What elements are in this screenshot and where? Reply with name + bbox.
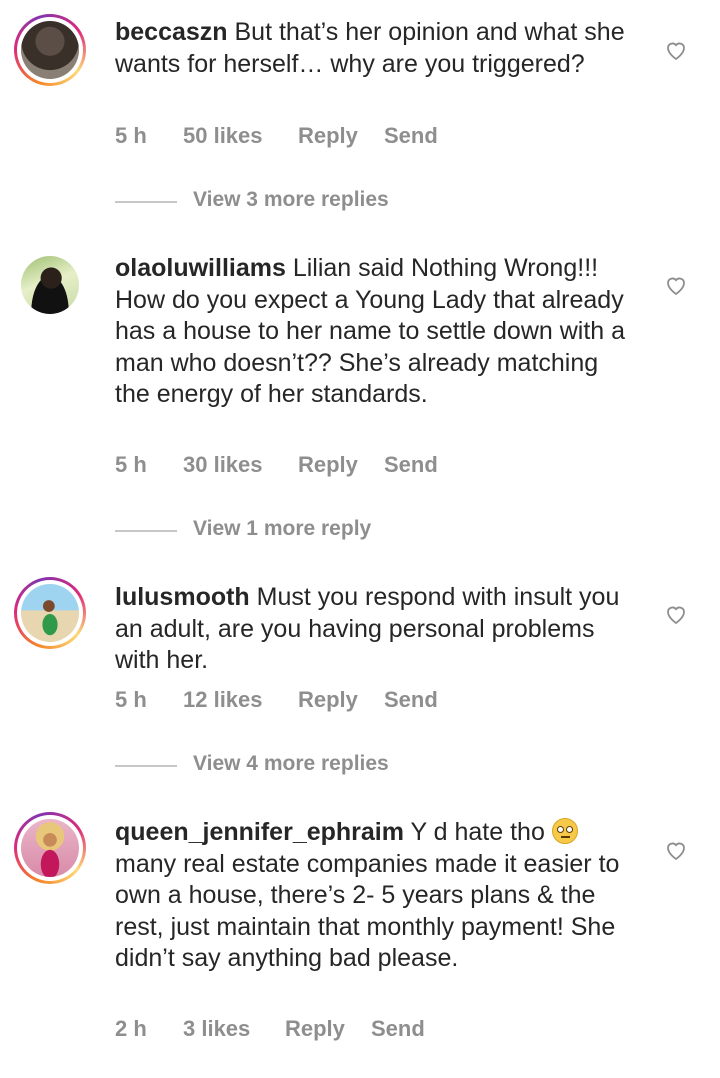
- reply-button[interactable]: Reply: [298, 687, 358, 713]
- divider: [115, 765, 177, 767]
- divider: [115, 201, 177, 203]
- comment-time: 2 h: [115, 1016, 147, 1041]
- comment-time: 5 h: [115, 452, 147, 477]
- comment-text: olaoluwilliams Lilian said Nothing Wrong…: [115, 253, 635, 411]
- heart-outline-icon[interactable]: [664, 602, 688, 626]
- comment-username[interactable]: olaoluwilliams: [115, 254, 286, 282]
- comment-likes[interactable]: 30 likes: [183, 452, 263, 478]
- avatar[interactable]: [14, 812, 86, 884]
- comment-likes[interactable]: 12 likes: [183, 687, 263, 713]
- send-button[interactable]: Send: [384, 687, 438, 713]
- heart-outline-icon[interactable]: [664, 38, 688, 62]
- heart-outline-icon[interactable]: [664, 273, 688, 297]
- rolling-eyes-emoji-icon: [551, 818, 578, 844]
- send-button[interactable]: Send: [371, 1016, 425, 1042]
- reply-button[interactable]: Reply: [298, 123, 358, 149]
- heart-outline-icon[interactable]: [664, 838, 688, 862]
- comment-body-part: Y d hate tho: [403, 818, 552, 846]
- comment-time: 5 h: [115, 687, 147, 712]
- comment-text: beccaszn But that’s her opinion and what…: [115, 17, 635, 80]
- avatar[interactable]: [14, 14, 86, 86]
- reply-button[interactable]: Reply: [285, 1016, 345, 1042]
- comment-time: 5 h: [115, 123, 147, 148]
- comment-text: lulusmooth Must you respond with insult …: [115, 582, 635, 677]
- comment-username[interactable]: beccaszn: [115, 18, 228, 46]
- reply-button[interactable]: Reply: [298, 452, 358, 478]
- comment-likes[interactable]: 3 likes: [183, 1016, 250, 1042]
- send-button[interactable]: Send: [384, 452, 438, 478]
- comment-likes[interactable]: 50 likes: [183, 123, 263, 149]
- comment-body-part: many real estate companies made it easie…: [115, 849, 620, 973]
- avatar[interactable]: [14, 577, 86, 649]
- comment-text: queen_jennifer_ephraim Y d hate tho many…: [115, 817, 635, 975]
- divider: [115, 530, 177, 532]
- comment-username[interactable]: queen_jennifer_ephraim: [115, 818, 404, 846]
- comment-username[interactable]: lulusmooth: [115, 583, 250, 611]
- avatar[interactable]: [14, 249, 86, 321]
- send-button[interactable]: Send: [384, 123, 438, 149]
